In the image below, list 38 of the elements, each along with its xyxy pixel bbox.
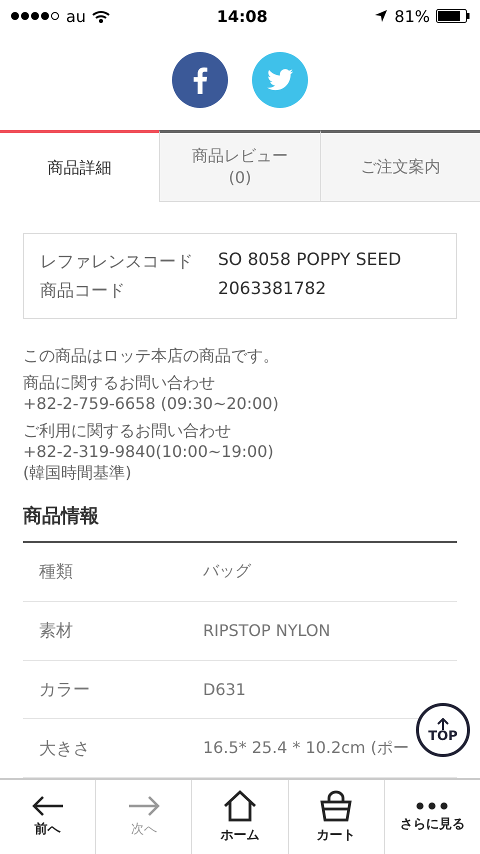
spec-label: 素材 — [38, 620, 74, 642]
home-icon — [223, 790, 257, 822]
forward-arrow-icon — [126, 796, 161, 816]
tab[interactable]: ご注文案内 — [320, 130, 480, 202]
contact-text: この商品はロッテ本店の商品です。 — [23, 345, 280, 366]
spec-label: 種類 — [38, 561, 74, 584]
spec-value: RIPSTOP NYLON — [203, 621, 332, 640]
location-arrow-icon — [374, 9, 388, 23]
spec-label: 大きさ — [38, 738, 91, 760]
back-arrow-icon — [30, 796, 65, 816]
clock-time: 14:08 — [216, 6, 268, 26]
code-value: SO 8058 POPPY SEED — [218, 250, 402, 272]
spec-value: D631 — [203, 680, 247, 699]
carrier-label: au — [66, 6, 86, 26]
spec-value: バッグ — [203, 561, 252, 582]
facebook-icon[interactable] — [172, 52, 228, 108]
nav-button[interactable]: 前へ — [0, 780, 96, 854]
contact-text: 商品に関するお問い合わせ +82-2-759-6658 (09:30~20:00) — [23, 372, 280, 414]
nav-button[interactable]: カート — [288, 780, 384, 854]
spec-label: カラー — [38, 678, 91, 701]
code-label: 商品コード — [40, 280, 126, 302]
nav-button[interactable]: さらに見る — [384, 780, 480, 854]
section-heading: 商品情報 — [23, 503, 457, 543]
tab[interactable]: 商品詳細 — [0, 130, 160, 202]
battery-percent: 81% — [394, 6, 430, 26]
up-arrow-icon — [437, 718, 449, 730]
code-label: レファレンスコード — [40, 251, 194, 273]
nav-button[interactable]: ホーム — [191, 780, 288, 854]
contact-text: ご利用に関するお問い合わせ +82-2-319-9840(10:00~19:00) (韓国時間基準) — [23, 420, 275, 483]
basket-icon — [319, 790, 354, 822]
more-icon — [415, 801, 450, 811]
code-value: 2063381782 — [218, 279, 328, 301]
tab[interactable]: 商品レビュー (0) — [159, 130, 320, 202]
battery-icon — [436, 9, 470, 23]
spec-value: 16.5* 25.4 * 10.2cm (ポー — [203, 738, 410, 759]
wifi-icon — [92, 10, 110, 22]
top-button[interactable]: TOP — [416, 703, 470, 757]
signal-icon — [10, 11, 60, 21]
